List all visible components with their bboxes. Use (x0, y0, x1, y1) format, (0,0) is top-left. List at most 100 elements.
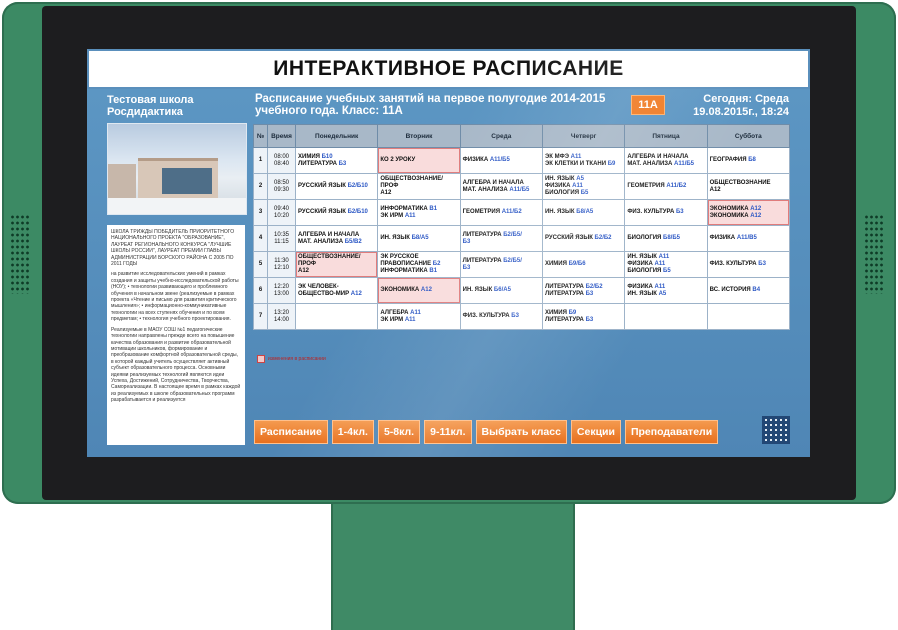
lesson-cell[interactable]: ОБЩЕСТВОЗНАНИЕ/ПРОФ А12 (377, 173, 461, 200)
lesson-cell[interactable]: ЛИТЕРАТУРА Б2/Б5/ Б3 (459, 225, 543, 252)
school-news-panel[interactable]: ШКОЛА ТРИЖДЫ ПОБЕДИТЕЛЬ ПРИОРИТЕТНОГО НА… (107, 225, 245, 445)
subject-entry: ИНФОРМАТИКА В1 (380, 268, 438, 274)
room-label: Б2/Б5/ (503, 231, 522, 238)
subject-entry: РУССКИЙ ЯЗЫК Б2/Б10 (298, 209, 368, 215)
subject-entry: ФИЗ. КУЛЬТУРА Б3 (627, 209, 684, 215)
room-label: А11 (570, 153, 582, 160)
room-label: Б8 (748, 157, 756, 163)
menu-button[interactable]: Секции (570, 420, 621, 444)
lesson-cell[interactable]: АЛГЕБРА А11 ЭК ИРМ А11 (377, 303, 461, 330)
lesson-cell[interactable]: КО 2 УРОКУ (377, 147, 461, 174)
subject-entry: БИОЛОГИЯ Б5 (627, 268, 671, 274)
lesson-cell[interactable]: ХИМИЯ Б9 ЛИТЕРАТУРА Б3 (541, 303, 626, 330)
subject-entry: ХИМИЯ Б10 (298, 153, 333, 160)
schedule-row: 6 12:20 13:00 ЭК ЧЕЛОВЕК- ОБЩЕСТВО-МИР А12 ЭК… (253, 277, 791, 304)
menu-button[interactable]: 9-11кл. (424, 420, 472, 444)
room-label: А11 (658, 254, 670, 260)
lesson-cell[interactable]: ЭК ЧЕЛОВЕК- ОБЩЕСТВО-МИР А12 (294, 277, 379, 304)
subject-entry: ХИМИЯ Б9 (544, 309, 577, 316)
lesson-cell[interactable]: ФИЗИКА А11/В5 (706, 225, 791, 252)
room-label: Б8/Б5 (663, 235, 680, 241)
subject-entry: ФИЗИКА А11/В5 (709, 235, 757, 241)
lesson-cell[interactable]: ИНФОРМАТИКА В1 ЭК ИРМ А11 (377, 199, 461, 226)
menu-button[interactable]: 1-4кл. (331, 420, 374, 444)
lesson-cell[interactable]: РУССКИЙ ЯЗЫК Б2/Б2 (541, 225, 626, 252)
subject-entry: ОБЩЕСТВОЗНАНИЕ (709, 179, 771, 186)
menu-button[interactable]: Расписание (254, 420, 328, 444)
today-weekday: Сегодня: Среда (703, 93, 789, 105)
lesson-cell[interactable]: РУССКИЙ ЯЗЫК Б2/Б10 (294, 173, 379, 200)
column-header: Пятница (624, 124, 708, 148)
subject-entry: ЛИТЕРАТУРА Б2/Б2 (544, 283, 603, 290)
lesson-cell[interactable]: АЛГЕБРА И НАЧАЛА МАТ. АНАЛИЗА А11/Б5 (624, 147, 708, 174)
speaker-grille-right (864, 214, 884, 294)
schedule-row: 7 13:20 14:00 АЛГЕБРА А11 ЭК ИРМ А11 ФИЗ. КУЛ… (253, 303, 791, 330)
lesson-cell[interactable]: ГЕОМЕТРИЯ А11/Б2 (624, 173, 708, 200)
room-label: А11/Б5 (489, 157, 510, 163)
schedule-header-row: № Время Понедельник Вторник Среда Четверг Пятн… (253, 124, 791, 148)
column-header: Время (267, 124, 296, 148)
room-label: Б5/В2 (344, 238, 362, 245)
lesson-cell[interactable] (706, 303, 791, 330)
lesson-cell[interactable]: ФИЗИКА А11 ИН. ЯЗЫК А5 (624, 277, 708, 304)
subject-entry: АЛГЕБРА И НАЧАЛА (462, 179, 524, 186)
lesson-cell[interactable]: АЛГЕБРА И НАЧАЛА МАТ. АНАЛИЗА Б5/В2 (294, 225, 379, 252)
subject-entry: ЛИТЕРАТУРА Б3 (544, 316, 594, 323)
lesson-cell[interactable]: ИН. ЯЗЫК А11 ФИЗИКА А11 БИОЛОГИЯ Б5 (624, 251, 708, 278)
lesson-cell[interactable]: ЛИТЕРАТУРА Б2/Б2 ЛИТЕРАТУРА Б3 (541, 277, 626, 304)
lesson-cell[interactable]: ЭК РУССКОЕ ПРАВОПИСАНИЕ Б2 ИНФОРМАТИКА В1 (377, 251, 461, 278)
subject-entry: БИОЛОГИЯ Б8/Б5 (627, 235, 680, 241)
lesson-cell[interactable]: БИОЛОГИЯ Б8/Б5 (624, 225, 708, 252)
lesson-cell[interactable]: ИН. ЯЗЫК Б6/А5 (459, 277, 543, 304)
subject-entry: Б3 (463, 265, 540, 272)
subject-entry: ФИЗ. КУЛЬТУРА Б3 (462, 313, 519, 319)
lesson-cell[interactable]: ФИЗ. КУЛЬТУРА Б3 (624, 199, 708, 226)
room-label: А11 (654, 261, 666, 267)
subject-entry: ЭК ИРМ А11 (380, 212, 416, 219)
subject-entry: АЛГЕБРА И НАЧАЛА (298, 231, 360, 238)
lesson-cell[interactable]: ФИЗИКА А11/Б5 (459, 147, 543, 174)
lesson-cell[interactable] (624, 303, 708, 330)
lesson-cell[interactable]: ОБЩЕСТВОЗНАНИЕ А12 (706, 173, 791, 200)
lesson-cell[interactable]: ФИЗ. КУЛЬТУРА Б3 (706, 251, 791, 278)
subject-entry: ЭК КЛЕТКИ И ТКАНИ Б9 (544, 160, 616, 167)
lesson-cell[interactable]: ЭКОНОМИКА А12 ЭКОНОМИКА А12 (706, 199, 791, 226)
subject-entry: КО 2 УРОКУ (380, 157, 416, 163)
room-label: А5 (576, 176, 584, 182)
column-header: № (253, 124, 268, 148)
menu-button[interactable]: Выбрать класс (475, 420, 567, 444)
lesson-cell[interactable]: ИН. ЯЗЫК Б8/А5 (377, 225, 461, 252)
lesson-cell[interactable]: ГЕОМЕТРИЯ А11/Б2 (459, 199, 543, 226)
subject-entry: А12 (298, 268, 310, 274)
lesson-cell[interactable]: ХИМИЯ Б10 ЛИТЕРАТУРА Б3 (294, 147, 379, 174)
room-label: Б9/Б6 (568, 261, 586, 267)
lesson-number: 4 (253, 225, 268, 252)
room-label: Б2 (432, 261, 441, 267)
speaker-grille-left (10, 214, 30, 294)
schedule-row: 2 08:50 09:30 РУССКИЙ ЯЗЫК Б2/Б10 ОБЩЕСТВОЗН… (253, 173, 791, 200)
lesson-cell[interactable]: ХИМИЯ Б9/Б6 (541, 251, 626, 278)
lesson-cell[interactable]: ГЕОГРАФИЯ Б8 (706, 147, 791, 174)
subject-entry: ЛИТЕРАТУРА Б3 (544, 290, 594, 297)
lesson-cell[interactable] (294, 303, 379, 330)
lesson-cell[interactable]: ИН. ЯЗЫК Б8/А5 (541, 199, 626, 226)
lesson-cell[interactable]: ЭК МФЭ А11 ЭК КЛЕТКИ И ТКАНИ Б9 (541, 147, 626, 174)
lesson-cell[interactable]: ИН. ЯЗЫК А5 ФИЗИКА А11 БИОЛОГИЯ Б5 (541, 173, 626, 200)
room-label: Б6/А5 (493, 287, 511, 293)
lesson-cell[interactable]: ФИЗ. КУЛЬТУРА Б3 (459, 303, 543, 330)
lesson-cell[interactable]: РУССКИЙ ЯЗЫК Б2/Б10 (294, 199, 379, 226)
lesson-cell[interactable]: ЛИТЕРАТУРА Б2/Б5/ Б3 (459, 251, 543, 278)
lesson-cell[interactable]: АЛГЕБРА И НАЧАЛА МАТ. АНАЛИЗА А11/Б5 (459, 173, 543, 200)
room-label: Б9 (568, 309, 577, 316)
menu-button[interactable]: 5-8кл. (377, 420, 421, 444)
lesson-cell[interactable]: ВС. ИСТОРИЯ В4 (706, 277, 791, 304)
room-label: А12 (420, 287, 432, 293)
menu-button[interactable]: Преподаватели (624, 420, 719, 444)
room-label: А12 (750, 205, 762, 212)
subject-entry: ЭКОНОМИКА А12 (709, 205, 762, 212)
lesson-cell[interactable]: ЭКОНОМИКА А12 (377, 277, 461, 304)
subject-entry: ОБЩЕСТВОЗНАНИЕ/ПРОФ (380, 176, 443, 189)
room-label: В1 (429, 268, 438, 274)
subject-entry: Б3 (463, 239, 540, 246)
lesson-cell[interactable]: ОБЩЕСТВОЗНАНИЕ/ПРОФ А12 (294, 251, 379, 278)
